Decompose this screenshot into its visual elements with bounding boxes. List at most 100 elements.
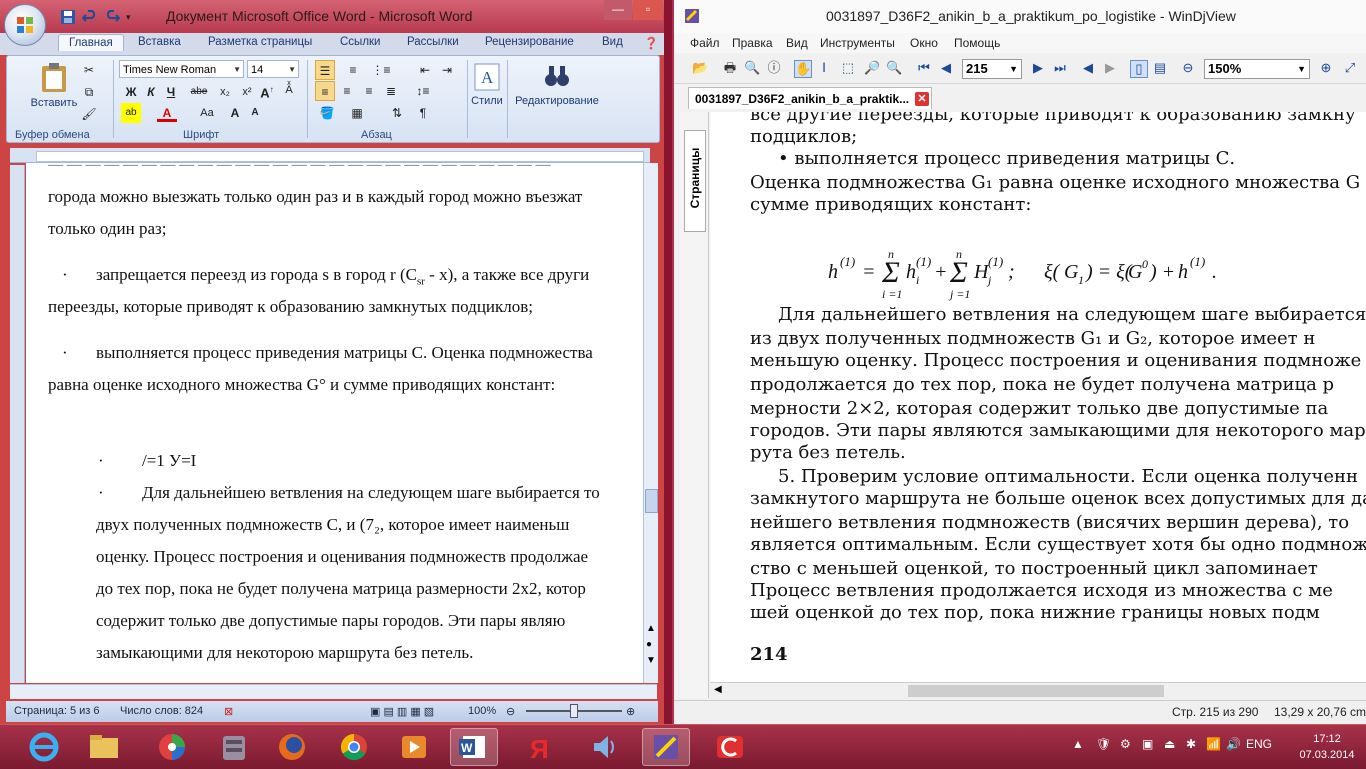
pages-side-tab[interactable]: Страницы xyxy=(684,130,706,232)
editing-button[interactable]: Редактирование xyxy=(511,62,603,122)
highlight-icon[interactable]: ab xyxy=(121,103,141,123)
copy-icon[interactable]: ⧉ xyxy=(79,82,99,102)
tab-insert[interactable]: Вставка xyxy=(138,36,181,48)
start-button[interactable] xyxy=(20,728,68,766)
line-spacing-button[interactable]: ↕≡ xyxy=(413,81,433,101)
explorer-taskbar-icon[interactable] xyxy=(80,728,128,766)
clear-format-icon[interactable]: Aͯ xyxy=(279,80,299,100)
last-page-icon[interactable]: ⏭ xyxy=(1052,60,1068,76)
tab-home[interactable]: Главная xyxy=(58,34,124,51)
format-painter-icon[interactable]: 🖌 xyxy=(79,104,99,124)
hand-tool-icon[interactable]: ✋ xyxy=(794,60,812,78)
undo-icon[interactable] xyxy=(81,9,98,25)
bold-button[interactable]: Ж xyxy=(121,82,141,102)
next-page-icon[interactable]: ▼ xyxy=(646,655,656,666)
redo-icon[interactable] xyxy=(104,9,121,25)
display-tray-icon[interactable]: ▣ xyxy=(1142,737,1153,751)
strikethrough-button[interactable]: abe xyxy=(185,82,213,102)
borders-icon[interactable]: ▦ xyxy=(347,103,367,123)
save-icon[interactable] xyxy=(60,9,76,25)
continuous-icon[interactable]: ▤ xyxy=(1152,60,1168,76)
zoom-in-icon[interactable]: ⊕ xyxy=(1318,60,1334,76)
show-marks-icon[interactable]: ¶ xyxy=(413,103,433,123)
font-size-combo[interactable]: 14 ▼ xyxy=(247,60,299,78)
horizontal-scrollbar[interactable] xyxy=(10,684,657,699)
signal-tray-icon[interactable]: 📶 xyxy=(1206,737,1221,751)
horizontal-scrollbar[interactable]: ◀ xyxy=(710,682,1366,699)
picasa-taskbar-icon[interactable] xyxy=(148,728,196,766)
superscript-button[interactable]: x² xyxy=(237,82,257,102)
volume-tray-icon[interactable]: 🔊 xyxy=(1226,737,1241,751)
sort-icon[interactable]: ⇅ xyxy=(387,103,407,123)
zoom-slider-thumb[interactable] xyxy=(570,704,578,718)
clock[interactable]: 17:12 07.03.2014 xyxy=(1297,731,1357,763)
find-icon[interactable]: 🔍 xyxy=(744,60,760,76)
text-select-icon[interactable]: Ⅰ xyxy=(816,60,832,76)
menu-window[interactable]: Окно xyxy=(910,36,938,50)
prev-page-icon[interactable]: ◀ xyxy=(938,60,954,76)
close-button[interactable]: ▫ xyxy=(633,0,663,20)
font-color-icon[interactable]: A xyxy=(157,103,177,122)
next-page-icon[interactable]: ▶ xyxy=(1030,60,1046,76)
qat-customize-icon[interactable]: ▾ xyxy=(126,9,134,25)
usb-tray-icon[interactable]: ⏏ xyxy=(1164,737,1175,751)
zoom-rect-icon[interactable]: 🔎 xyxy=(864,60,880,76)
scroll-left-icon[interactable]: ◀ xyxy=(714,684,722,695)
change-case-icon[interactable]: Aa xyxy=(193,103,221,123)
open-icon[interactable]: 📂 xyxy=(692,60,708,76)
word-taskbar-icon[interactable]: W xyxy=(450,728,498,766)
language-indicator[interactable]: ENG xyxy=(1246,737,1272,751)
tab-mailings[interactable]: Рассылки xyxy=(407,36,459,48)
word-count[interactable]: Число слов: 824 xyxy=(120,705,203,717)
decrease-indent-button[interactable]: ⇤ xyxy=(415,60,435,80)
tab-page-layout[interactable]: Разметка страницы xyxy=(208,36,312,48)
menu-view[interactable]: Вид xyxy=(786,36,808,50)
page-indicator[interactable]: Страница: 5 из 6 xyxy=(14,705,100,717)
shrink-font-button[interactable]: A xyxy=(245,103,265,123)
first-page-icon[interactable]: ⏮ xyxy=(916,60,932,76)
scroll-thumb[interactable] xyxy=(908,685,1164,697)
increase-indent-button[interactable]: ⇥ xyxy=(437,60,457,80)
scroll-thumb[interactable] xyxy=(645,489,658,513)
minimize-button[interactable]: — xyxy=(604,0,632,20)
zoom-out-icon[interactable]: ⊖ xyxy=(506,705,515,718)
tray-app-icon[interactable]: ⚙ xyxy=(1120,737,1131,751)
single-page-icon[interactable]: ▯ xyxy=(1130,60,1148,78)
view-buttons[interactable]: ▣ ▤ ▥ ▦ ▧ xyxy=(370,705,434,718)
forward-icon[interactable]: ▶ xyxy=(1102,60,1118,76)
subscript-button[interactable]: x₂ xyxy=(215,82,235,102)
menu-help[interactable]: Помощь xyxy=(954,36,1000,50)
underline-button[interactable]: Ч xyxy=(161,82,181,102)
paste-button[interactable]: Вставить xyxy=(29,62,79,122)
document-page[interactable]: — — — — — — — — — — — — — — — — — — — — … xyxy=(26,163,643,683)
firefox-taskbar-icon[interactable] xyxy=(268,728,316,766)
align-right-button[interactable]: ≡ xyxy=(359,81,379,101)
select-browse-icon[interactable]: ● xyxy=(646,639,652,650)
winrar-taskbar-icon[interactable] xyxy=(210,728,258,766)
menu-file[interactable]: Файл xyxy=(690,36,720,50)
app-taskbar-icon[interactable] xyxy=(706,728,754,766)
styles-button[interactable]: A Стили xyxy=(469,62,505,122)
windjview-taskbar-icon[interactable] xyxy=(642,728,690,766)
italic-button[interactable]: К xyxy=(141,82,161,102)
fit-page-icon[interactable]: ⤢ xyxy=(1342,60,1358,76)
media-taskbar-icon[interactable] xyxy=(390,728,438,766)
multilevel-list-button[interactable]: ⋮≡ xyxy=(371,60,391,80)
tab-references[interactable]: Ссылки xyxy=(340,36,381,48)
vertical-ruler[interactable] xyxy=(10,165,25,683)
zoom-tool-icon[interactable]: 🔍 xyxy=(886,60,902,76)
align-center-button[interactable]: ≡ xyxy=(337,81,357,101)
tab-view[interactable]: Вид xyxy=(602,36,623,48)
rect-select-icon[interactable]: ⬚ xyxy=(840,60,856,76)
audio-taskbar-icon[interactable] xyxy=(580,728,628,766)
align-left-button[interactable]: ≡ xyxy=(315,81,335,101)
info-icon[interactable]: ⓘ xyxy=(766,60,782,76)
back-icon[interactable]: ◀ xyxy=(1080,60,1096,76)
yandex-taskbar-icon[interactable]: Я xyxy=(516,728,564,766)
djvu-page[interactable]: все другие переезды, которые приводят к … xyxy=(710,112,1366,682)
grow-font-icon[interactable]: A↑ xyxy=(257,80,277,100)
chrome-taskbar-icon[interactable] xyxy=(330,728,378,766)
numbering-button[interactable]: ≡ xyxy=(343,60,363,80)
show-hidden-icons[interactable]: ▲ xyxy=(1072,737,1084,751)
page-number-combo[interactable]: 215 ▼ xyxy=(962,59,1022,79)
